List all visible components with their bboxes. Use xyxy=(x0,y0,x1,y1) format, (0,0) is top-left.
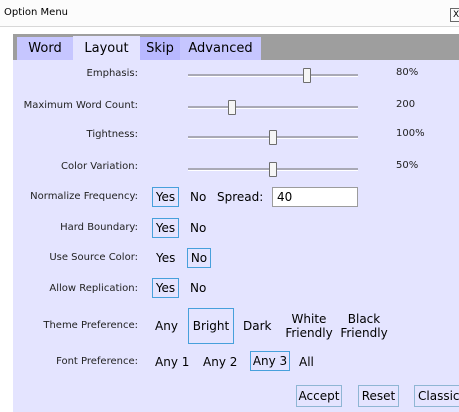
allow-replication-label: Allow Replication: xyxy=(49,283,138,294)
classic-button[interactable]: Classic xyxy=(414,385,459,407)
tab-layout[interactable]: Layout xyxy=(73,36,140,60)
emphasis-label: Emphasis: xyxy=(86,68,138,79)
theme-dark-option[interactable]: Dark xyxy=(243,319,271,333)
theme-white-line2: Friendly xyxy=(285,326,333,340)
font-all-option[interactable]: All xyxy=(299,355,314,369)
layout-panel: Emphasis: 80% Maximum Word Count: 200 Ti… xyxy=(13,60,459,412)
font-any1-option[interactable]: Any 1 xyxy=(155,355,189,369)
tab-bar: Word Layout Skip Advanced xyxy=(13,34,459,60)
max-word-count-slider-track[interactable] xyxy=(188,106,358,109)
font-any2-option[interactable]: Any 2 xyxy=(203,355,237,369)
tab-skip[interactable]: Skip xyxy=(140,37,180,60)
source-color-no-option[interactable]: No xyxy=(187,248,211,268)
title-bar: Option Menu X xyxy=(0,0,459,27)
tab-word[interactable]: Word xyxy=(17,37,73,60)
max-word-count-label: Maximum Word Count: xyxy=(23,100,138,111)
max-word-count-value: 200 xyxy=(396,99,416,110)
theme-black-line2: Friendly xyxy=(340,326,388,340)
color-variation-value: 50% xyxy=(396,160,419,171)
tightness-value: 100% xyxy=(396,128,425,139)
emphasis-slider-track[interactable] xyxy=(188,74,358,77)
theme-black-friendly-option[interactable]: Black Friendly xyxy=(338,312,390,340)
theme-any-option[interactable]: Any xyxy=(155,319,178,333)
tightness-label: Tightness: xyxy=(86,129,138,140)
theme-preference-label: Theme Preference: xyxy=(43,320,138,331)
normalize-yes-option[interactable]: Yes xyxy=(152,187,179,207)
hard-boundary-label: Hard Boundary: xyxy=(60,222,138,233)
hard-boundary-no-option[interactable]: No xyxy=(190,221,206,235)
spread-label: Spread: xyxy=(217,190,264,204)
window-title: Option Menu xyxy=(4,7,69,18)
reset-button[interactable]: Reset xyxy=(358,385,399,407)
theme-white-line1: White xyxy=(291,312,327,326)
theme-white-friendly-option[interactable]: White Friendly xyxy=(283,312,335,340)
accept-button[interactable]: Accept xyxy=(296,385,342,407)
emphasis-value: 80% xyxy=(396,67,419,78)
font-any3-option[interactable]: Any 3 xyxy=(250,351,290,371)
tab-advanced[interactable]: Advanced xyxy=(180,37,261,60)
max-word-count-slider-thumb[interactable] xyxy=(228,100,237,115)
use-source-color-label: Use Source Color: xyxy=(49,252,138,263)
color-variation-slider-thumb[interactable] xyxy=(269,162,277,177)
tightness-slider-thumb[interactable] xyxy=(269,130,277,145)
normalize-frequency-label: Normalize Frequency: xyxy=(30,191,138,202)
close-button[interactable]: X xyxy=(450,8,459,22)
source-color-yes-option[interactable]: Yes xyxy=(156,251,175,265)
replication-no-option[interactable]: No xyxy=(190,281,206,295)
theme-black-line1: Black xyxy=(347,312,381,326)
normalize-no-option[interactable]: No xyxy=(190,190,206,204)
spread-input[interactable]: 40 xyxy=(272,187,358,207)
font-preference-label: Font Preference: xyxy=(56,356,138,367)
replication-yes-option[interactable]: Yes xyxy=(152,278,179,298)
emphasis-slider-thumb[interactable] xyxy=(303,68,311,83)
color-variation-label: Color Variation: xyxy=(60,161,138,172)
hard-boundary-yes-option[interactable]: Yes xyxy=(152,218,179,238)
theme-bright-option[interactable]: Bright xyxy=(188,308,234,344)
